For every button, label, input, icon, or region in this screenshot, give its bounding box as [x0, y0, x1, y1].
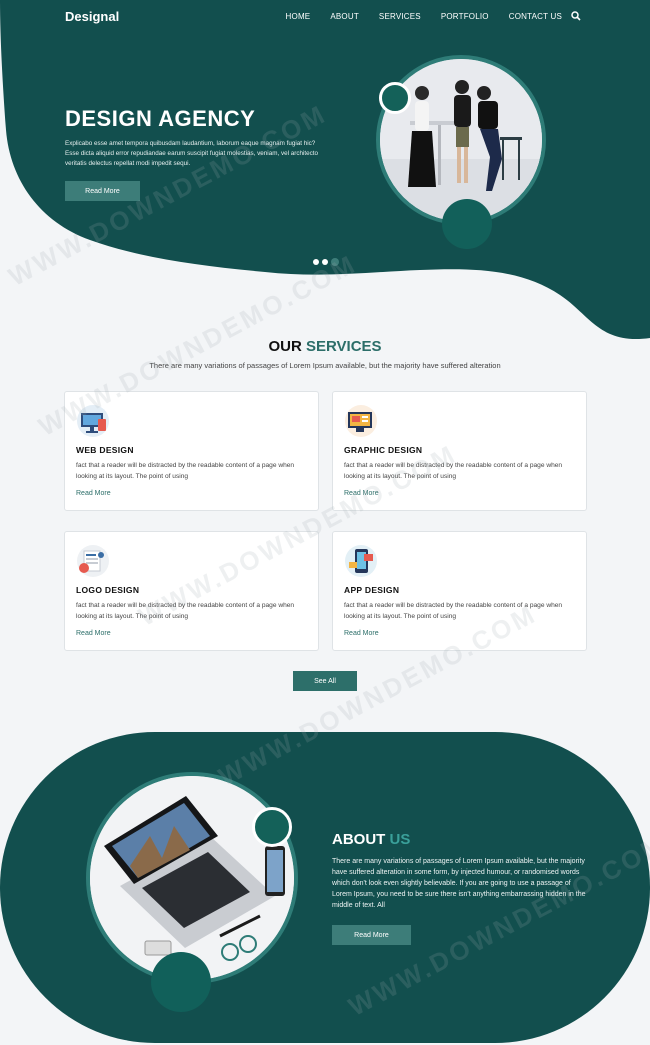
service-card-read-more[interactable]: Read More [344, 630, 379, 637]
service-card-read-more[interactable]: Read More [344, 490, 379, 497]
app-design-icon [345, 545, 377, 577]
service-card-app-design: APP DESIGN fact that a reader will be di… [332, 531, 587, 651]
service-card-read-more[interactable]: Read More [76, 490, 111, 497]
slider-dot-2[interactable] [322, 259, 328, 265]
about-heading-accent: US [389, 831, 411, 848]
hero-background [0, 0, 650, 340]
service-card-text: fact that a reader will be distracted by… [76, 602, 295, 620]
nav-portfolio[interactable]: PORTFOLIO [441, 12, 489, 21]
hero-slider-dots [313, 258, 339, 266]
logo-design-icon [77, 545, 109, 577]
service-card-text: fact that a reader will be distracted by… [344, 602, 563, 620]
about-decor-dot-big [151, 952, 211, 1012]
about-heading: ABOUT US [332, 831, 410, 848]
about-read-more-button[interactable]: Read More [332, 925, 411, 945]
nav-contact-us[interactable]: CONTACT US [509, 12, 562, 21]
navbar: Designal HOME ABOUT SERVICES PORTFOLIO C… [0, 0, 650, 34]
hero-read-more-button[interactable]: Read More [65, 181, 140, 201]
services-heading-main: OUR [268, 338, 306, 355]
service-card-text: fact that a reader will be distracted by… [76, 462, 295, 480]
hero-title: DESIGN AGENCY [65, 106, 256, 131]
about-laptop-image [86, 772, 298, 984]
hero-description: Explicabo esse amet tempora quibusdam la… [65, 140, 319, 167]
slider-dot-1[interactable] [313, 259, 319, 265]
see-all-button[interactable]: See All [293, 671, 357, 691]
service-card-logo-design: LOGO DESIGN fact that a reader will be d… [64, 531, 319, 651]
about-heading-main: ABOUT [332, 831, 390, 848]
site-logo[interactable]: Designal [65, 9, 119, 24]
service-card-graphic-design: GRAPHIC DESIGN fact that a reader will b… [332, 391, 587, 511]
services-heading-accent: SERVICES [305, 338, 382, 355]
about-decor-dot-small [252, 807, 292, 847]
nav-about[interactable]: ABOUT [330, 12, 359, 21]
graphic-design-icon [345, 405, 377, 437]
service-card-title: APP DESIGN [344, 585, 400, 595]
service-card-title: WEB DESIGN [76, 445, 134, 455]
service-card-text: fact that a reader will be distracted by… [344, 462, 563, 480]
search-icon[interactable] [571, 11, 581, 21]
service-card-web-design: WEB DESIGN fact that a reader will be di… [64, 391, 319, 511]
nav-home[interactable]: HOME [286, 12, 311, 21]
service-card-read-more[interactable]: Read More [76, 630, 111, 637]
services-heading: OUR SERVICES [0, 338, 650, 355]
nav-services[interactable]: SERVICES [379, 12, 421, 21]
about-description: There are many variations of passages of… [332, 858, 586, 909]
service-card-title: LOGO DESIGN [76, 585, 140, 595]
hero-decor-dot-big [442, 199, 492, 249]
services-subtitle: There are many variations of passages of… [149, 361, 501, 370]
slider-dot-3[interactable] [331, 258, 339, 266]
web-design-icon [77, 405, 109, 437]
hero-decor-dot-small [379, 82, 411, 114]
main-menu: HOME ABOUT SERVICES PORTFOLIO CONTACT US [266, 12, 562, 21]
service-card-title: GRAPHIC DESIGN [344, 445, 423, 455]
